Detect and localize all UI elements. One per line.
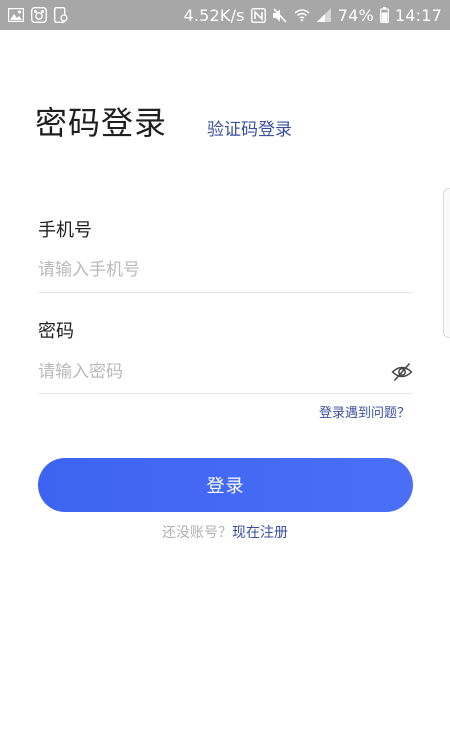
password-divider bbox=[38, 393, 413, 394]
login-help-link[interactable]: 登录遇到问题？ bbox=[319, 402, 410, 421]
nfc-icon bbox=[250, 7, 266, 23]
mute-icon bbox=[272, 7, 288, 23]
password-label: 密码 bbox=[38, 321, 74, 342]
battery-icon bbox=[379, 7, 389, 23]
status-right-icons: 4.52K/s 74% 14:17 bbox=[183, 6, 442, 25]
signal-icon bbox=[316, 8, 332, 22]
title-row: 密码登录 验证码登录 bbox=[35, 98, 415, 144]
image-icon bbox=[8, 8, 24, 22]
password-input[interactable] bbox=[38, 355, 383, 389]
register-row: 还没账号？现在注册 bbox=[0, 522, 450, 542]
baby-icon bbox=[31, 7, 47, 23]
page-title: 密码登录 bbox=[35, 104, 168, 142]
battery-percent: 74% bbox=[337, 5, 374, 25]
phone-input[interactable] bbox=[38, 253, 413, 287]
phone-label: 手机号 bbox=[38, 220, 92, 241]
hide-password-icon[interactable] bbox=[391, 361, 413, 383]
network-speed: 4.52K/s bbox=[183, 5, 245, 25]
status-left-icons bbox=[8, 7, 68, 23]
sms-login-link[interactable]: 验证码登录 bbox=[207, 115, 292, 144]
register-link[interactable]: 现在注册 bbox=[232, 525, 288, 541]
phone-settings-icon bbox=[54, 7, 68, 23]
status-bar: 4.52K/s 74% 14:17 bbox=[0, 0, 450, 30]
wifi-icon bbox=[294, 8, 310, 22]
register-hint: 还没账号？ bbox=[162, 525, 232, 541]
login-button[interactable]: 登录 bbox=[38, 458, 413, 512]
clock: 14:17 bbox=[394, 5, 442, 25]
edge-panel-handle[interactable] bbox=[443, 188, 450, 338]
phone-divider bbox=[38, 292, 413, 293]
